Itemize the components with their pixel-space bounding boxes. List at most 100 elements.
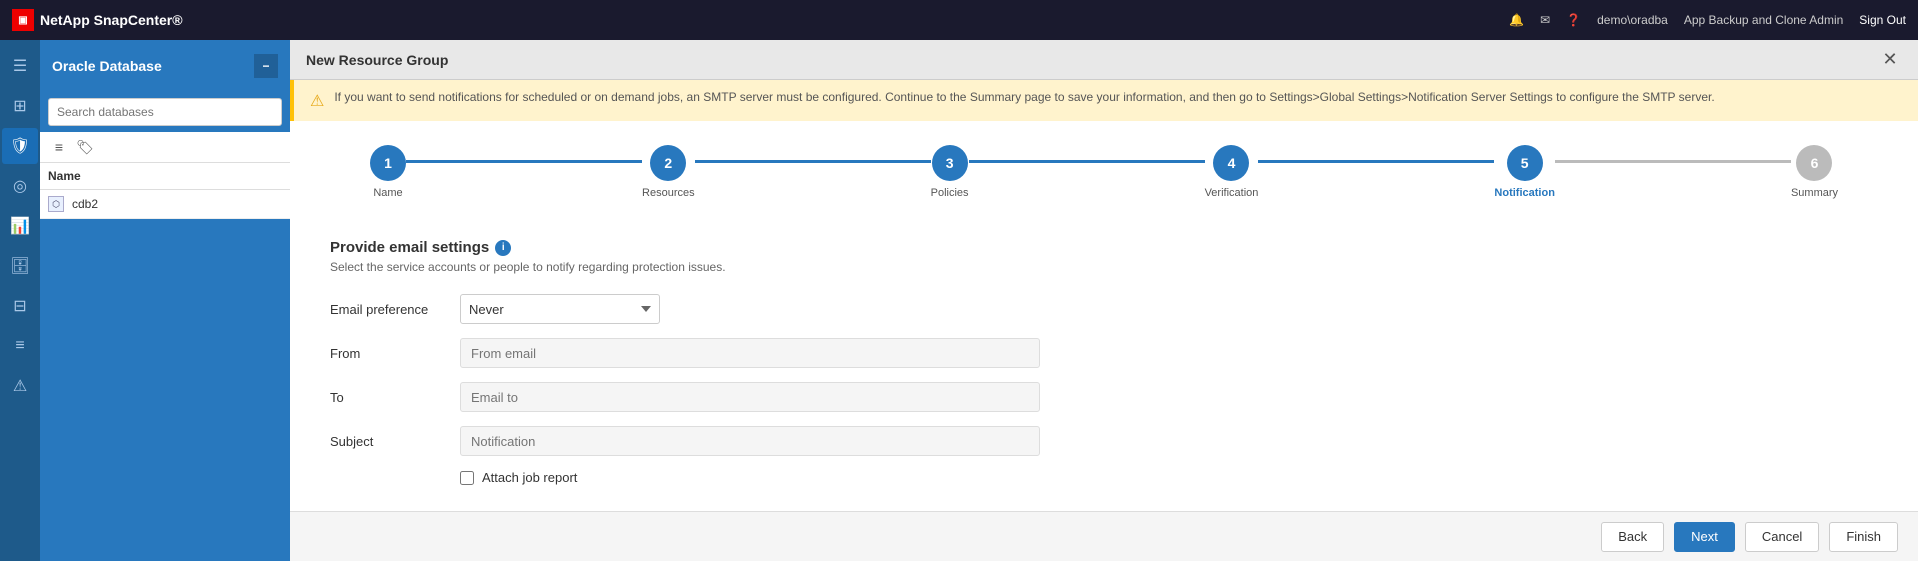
netapp-icon: ▣ xyxy=(12,9,34,31)
main-layout: ☰ ⊞ 🛡 ◎ 📊 🗄 ⊟ ≡ ⚠ Oracle Database − ≡ 🏷 … xyxy=(0,40,1918,561)
from-control xyxy=(460,338,1040,368)
attach-job-report-row: Attach job report xyxy=(460,470,1878,485)
attach-job-report-label: Attach job report xyxy=(482,470,577,485)
section-description: Select the service accounts or people to… xyxy=(330,260,1878,274)
sidebar-shield-icon[interactable]: 🛡 xyxy=(2,128,38,164)
sidebar-stack-icon[interactable]: ⊟ xyxy=(2,288,38,324)
step-1-label: Name xyxy=(373,187,402,199)
cancel-button[interactable]: Cancel xyxy=(1745,522,1819,552)
email-preference-select[interactable]: Never On Failure On Failure or Warning A… xyxy=(460,294,660,324)
email-preference-row: Email preference Never On Failure On Fai… xyxy=(330,294,1878,324)
sidebar-settings-icon[interactable]: ≡ xyxy=(2,328,38,364)
step-connector-5-6 xyxy=(1555,160,1791,163)
to-control xyxy=(460,382,1040,412)
step-1-circle: 1 xyxy=(370,145,406,181)
top-navigation: ▣ NetApp SnapCenter® 🔔 ✉ ❓ demo\oradba A… xyxy=(0,0,1918,40)
info-icon[interactable]: i xyxy=(495,240,511,256)
app-logo: ▣ NetApp SnapCenter® xyxy=(12,9,183,31)
warning-banner: ⚠ If you want to send notifications for … xyxy=(290,80,1918,121)
tag-icon[interactable]: 🏷 xyxy=(74,136,96,158)
subject-label: Subject xyxy=(330,434,460,449)
step-3-number: 3 xyxy=(946,155,954,171)
section-title: Provide email settings i xyxy=(330,239,1878,256)
finish-button[interactable]: Finish xyxy=(1829,522,1898,552)
wizard-steps: 1 Name 2 Resources 3 Policies xyxy=(290,121,1918,223)
notification-bell-icon[interactable]: 🔔 xyxy=(1509,13,1524,27)
modal-footer: Back Next Cancel Finish xyxy=(290,511,1918,561)
step-4-circle: 4 xyxy=(1213,145,1249,181)
section-title-text: Provide email settings xyxy=(330,239,489,256)
column-name-header: Name xyxy=(48,169,81,183)
step-connector-3-4 xyxy=(969,160,1205,163)
from-row: From xyxy=(330,338,1878,368)
list-item[interactable]: ⬡ cdb2 xyxy=(40,190,290,219)
step-3-label: Policies xyxy=(931,187,969,199)
search-input[interactable] xyxy=(57,105,273,119)
next-button[interactable]: Next xyxy=(1674,522,1735,552)
step-3-circle: 3 xyxy=(932,145,968,181)
sidebar-globe-icon[interactable]: ◎ xyxy=(2,168,38,204)
main-content: New Resource Group ✕ ⚠ If you want to se… xyxy=(290,40,1918,561)
left-panel: Oracle Database − ≡ 🏷 Name ⬡ cdb2 xyxy=(40,40,290,561)
email-preference-label: Email preference xyxy=(330,302,460,317)
db-list-toolbar: ≡ 🏷 xyxy=(40,132,290,163)
db-item-icon: ⬡ xyxy=(48,196,64,212)
step-6-label: Summary xyxy=(1791,187,1838,199)
sidebar-menu-icon[interactable]: ☰ xyxy=(2,48,38,84)
step-2-circle: 2 xyxy=(650,145,686,181)
search-box xyxy=(48,98,282,126)
step-5-number: 5 xyxy=(1521,155,1529,171)
warning-text: If you want to send notifications for sc… xyxy=(334,90,1714,104)
collapse-panel-button[interactable]: − xyxy=(254,54,278,78)
step-1[interactable]: 1 Name xyxy=(370,145,406,199)
app-role-label: App Backup and Clone Admin xyxy=(1684,13,1843,27)
icon-sidebar: ☰ ⊞ 🛡 ◎ 📊 🗄 ⊟ ≡ ⚠ xyxy=(0,40,40,561)
step-3[interactable]: 3 Policies xyxy=(931,145,969,199)
step-connector-1-2 xyxy=(406,160,642,163)
step-2[interactable]: 2 Resources xyxy=(642,145,695,199)
step-4[interactable]: 4 Verification xyxy=(1205,145,1259,199)
subject-input[interactable] xyxy=(460,426,1040,456)
sidebar-server-icon[interactable]: 🗄 xyxy=(2,248,38,284)
db-item-name: cdb2 xyxy=(72,197,98,211)
to-label: To xyxy=(330,390,460,405)
left-panel-header: Oracle Database − xyxy=(40,40,290,92)
step-5-circle: 5 xyxy=(1507,145,1543,181)
from-email-input[interactable] xyxy=(460,338,1040,368)
sidebar-alert-icon[interactable]: ⚠ xyxy=(2,368,38,404)
sidebar-dashboard-icon[interactable]: ⊞ xyxy=(2,88,38,124)
subject-row: Subject xyxy=(330,426,1878,456)
list-view-icon[interactable]: ≡ xyxy=(48,136,70,158)
from-label: From xyxy=(330,346,460,361)
db-list-header: Name xyxy=(40,163,290,190)
to-email-input[interactable] xyxy=(460,382,1040,412)
to-row: To xyxy=(330,382,1878,412)
user-display[interactable]: demo\oradba xyxy=(1597,13,1668,27)
step-4-number: 4 xyxy=(1228,155,1236,171)
step-6-number: 6 xyxy=(1811,155,1819,171)
mail-icon[interactable]: ✉ xyxy=(1540,13,1550,27)
step-1-number: 1 xyxy=(384,155,392,171)
help-icon[interactable]: ❓ xyxy=(1566,13,1581,27)
warning-icon: ⚠ xyxy=(310,91,324,111)
step-5[interactable]: 5 Notification xyxy=(1494,145,1555,199)
step-5-label: Notification xyxy=(1494,187,1555,199)
modal-title: New Resource Group xyxy=(306,52,448,68)
back-button[interactable]: Back xyxy=(1601,522,1664,552)
email-preference-control: Never On Failure On Failure or Warning A… xyxy=(460,294,1040,324)
modal-close-button[interactable]: ✕ xyxy=(1878,48,1902,72)
app-name: NetApp SnapCenter® xyxy=(40,12,183,28)
nav-right: 🔔 ✉ ❓ demo\oradba App Backup and Clone A… xyxy=(1509,13,1906,27)
step-2-label: Resources xyxy=(642,187,695,199)
step-4-label: Verification xyxy=(1205,187,1259,199)
step-6[interactable]: 6 Summary xyxy=(1791,145,1838,199)
modal-header: New Resource Group ✕ xyxy=(290,40,1918,80)
subject-control xyxy=(460,426,1040,456)
step-connector-4-5 xyxy=(1258,160,1494,163)
attach-job-report-checkbox[interactable] xyxy=(460,471,474,485)
sidebar-chart-icon[interactable]: 📊 xyxy=(2,208,38,244)
step-2-number: 2 xyxy=(664,155,672,171)
nav-left: ▣ NetApp SnapCenter® xyxy=(12,9,183,31)
sign-out-button[interactable]: Sign Out xyxy=(1859,13,1906,27)
step-connector-2-3 xyxy=(695,160,931,163)
